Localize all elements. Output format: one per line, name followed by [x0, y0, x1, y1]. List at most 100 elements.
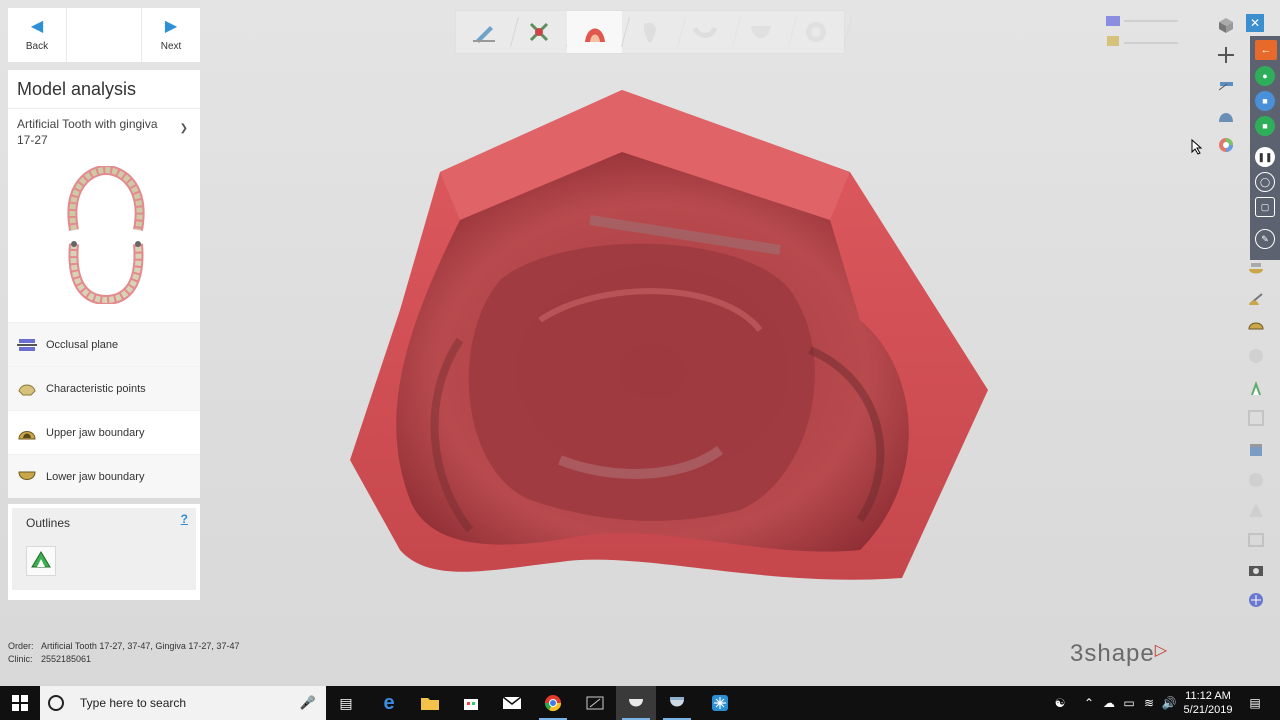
side-tool-11[interactable] [1242, 556, 1270, 584]
model-viewport[interactable] [340, 80, 1000, 600]
dental-manager-app[interactable] [657, 686, 697, 720]
camera-icon[interactable]: ■ [1255, 91, 1275, 111]
view-cube-button[interactable] [1212, 12, 1240, 38]
side-tool-1[interactable] [1242, 254, 1270, 282]
search-placeholder: Type here to search [80, 696, 187, 710]
color-button[interactable] [1212, 132, 1240, 158]
workflow-toolbar [455, 10, 845, 54]
mail-app[interactable] [492, 686, 532, 720]
collapse-arrow-icon[interactable]: ← [1255, 40, 1277, 60]
transform-button[interactable] [1212, 42, 1240, 68]
edge-app[interactable]: e [369, 686, 409, 720]
clock-time: 11:12 AM [1185, 690, 1231, 702]
jaw-diagram[interactable] [60, 166, 152, 304]
workflow-step-cutback[interactable] [733, 11, 788, 53]
taskbar-search[interactable]: Type here to search 🎤 [40, 686, 326, 720]
store-icon [464, 699, 478, 710]
chevron-up-icon[interactable]: ⌃ [1080, 686, 1098, 720]
upper-jaw-icon [18, 430, 36, 439]
pen-icon[interactable]: ✎ [1255, 229, 1275, 249]
model-view-button[interactable] [1212, 102, 1240, 128]
brand-name: 3shape [1070, 640, 1155, 667]
workflow-step-gingiva[interactable] [678, 11, 733, 53]
tooth-setup-icon [1251, 381, 1261, 395]
side-tool-4[interactable] [1242, 342, 1270, 370]
workflow-step-export[interactable] [789, 11, 844, 53]
model-analysis-panel: Model analysis Artificial Tooth with gin… [8, 70, 200, 498]
snapshot-icon [1249, 566, 1263, 576]
visibility-sliders [1104, 14, 1180, 54]
arch-icon [750, 26, 771, 38]
wizard-nav: ◀ Back ▶ Next [8, 8, 200, 62]
side-tool-6[interactable] [1242, 404, 1270, 432]
brand-logo: 3shape▷ [1070, 640, 1168, 668]
triangle-icon [1249, 503, 1263, 517]
order-item-line1: Artificial Tooth with gingiva [17, 117, 158, 131]
lower-jaw-slider[interactable] [1124, 42, 1178, 44]
notification-icon[interactable]: ▤ [1244, 686, 1266, 720]
close-icon[interactable]: ✕ [1246, 14, 1264, 32]
step-characteristic-points[interactable]: Characteristic points [8, 366, 200, 410]
timer-icon[interactable]: ◯ [1255, 172, 1275, 192]
screen-icon[interactable]: ■ [1255, 116, 1275, 136]
store-app[interactable] [451, 686, 491, 720]
side-tool-3[interactable] [1242, 312, 1270, 340]
window-icon[interactable]: ▢ [1255, 197, 1275, 217]
order-info: Order: Artificial Tooth 17-27, 37-47, Gin… [8, 640, 239, 666]
order-item-line2: 17-27 [17, 133, 48, 147]
side-tool-5[interactable] [1242, 374, 1270, 402]
step-label: Occlusal plane [46, 338, 119, 351]
back-button[interactable]: ◀ Back [8, 8, 66, 62]
clip-plane-icon [1218, 82, 1233, 91]
workflow-step-teeth[interactable] [622, 11, 677, 53]
snip-icon [586, 696, 604, 710]
side-tool-10[interactable] [1242, 526, 1270, 554]
workflow-step-trim[interactable] [511, 11, 566, 53]
start-button[interactable] [0, 686, 40, 720]
step-occlusal-plane[interactable]: Occlusal plane [8, 322, 200, 366]
dental-app-icon [629, 699, 643, 707]
order-item-dropdown[interactable]: Artificial Tooth with gingiva 17-27 ❯ [8, 109, 200, 149]
scan-tool-icon [472, 26, 495, 43]
step-label: Lower jaw boundary [46, 470, 145, 483]
taskbar-clock[interactable]: 11:12 AM 5/21/2019 [1176, 689, 1240, 717]
upper-jaw-visibility-icon [1106, 16, 1120, 26]
outline-tool-button[interactable] [26, 546, 56, 576]
onedrive-icon[interactable]: ☁ [1100, 686, 1118, 720]
upper-jaw-slider[interactable] [1124, 20, 1178, 22]
next-label: Next [160, 40, 182, 52]
wifi-icon[interactable]: ≋ [1140, 686, 1158, 720]
side-tool-7[interactable] [1242, 436, 1270, 464]
cortana-icon [48, 695, 64, 711]
trim-tool-icon [530, 22, 549, 42]
step-upper-jaw-boundary[interactable]: Upper jaw boundary [8, 410, 200, 454]
help-link[interactable]: ? [181, 512, 188, 526]
mail-icon [503, 696, 521, 709]
side-tool-12[interactable] [1242, 586, 1270, 614]
next-button[interactable]: ▶ Next [142, 8, 200, 62]
file-explorer-app[interactable] [410, 686, 450, 720]
settings-app[interactable] [700, 686, 740, 720]
dental-system-app[interactable] [616, 686, 656, 720]
chevron-down-icon: ❯ [179, 123, 188, 134]
people-icon[interactable]: ☯ [1048, 686, 1072, 720]
microphone-icon[interactable]: ● [1255, 66, 1275, 86]
side-tool-2[interactable] [1242, 284, 1270, 312]
folder-icon [421, 698, 439, 710]
side-tool-9[interactable] [1242, 496, 1270, 524]
workflow-step-model-analysis[interactable] [566, 11, 623, 53]
workflow-step-scan[interactable] [456, 11, 511, 53]
battery-icon[interactable]: ▭ [1120, 686, 1138, 720]
task-view-button[interactable]: ▤ [326, 686, 366, 720]
side-tool-8[interactable] [1242, 466, 1270, 494]
analysis-step-list: Occlusal plane Characteristic points Upp… [8, 322, 200, 498]
step-lower-jaw-boundary[interactable]: Lower jaw boundary [8, 454, 200, 498]
brand-triangle-icon: ▷ [1154, 642, 1169, 659]
snip-app[interactable] [575, 686, 615, 720]
pause-icon[interactable]: ❚❚ [1255, 147, 1275, 167]
chrome-app[interactable] [533, 686, 573, 720]
clipping-button[interactable] [1212, 72, 1240, 98]
microphone-icon[interactable]: 🎤 [300, 695, 316, 711]
dental-manager-icon [670, 697, 684, 707]
color-wheel-icon [1219, 138, 1233, 152]
